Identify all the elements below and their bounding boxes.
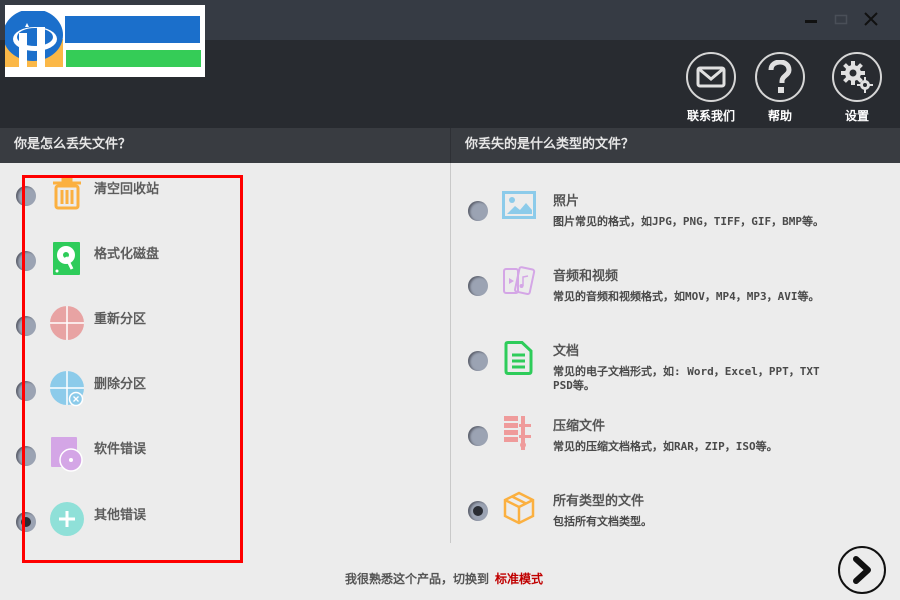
plus-icon	[50, 502, 84, 536]
settings-button[interactable]: 设置	[827, 52, 887, 124]
standard-mode-link[interactable]: 标准模式	[495, 572, 543, 586]
mode-switch-text: 我很熟悉这个产品，切换到 标准模式	[345, 570, 543, 587]
radio-button[interactable]	[16, 251, 36, 271]
trash-icon	[50, 176, 84, 210]
file-type-audio-video[interactable]: 音频和视频 常见的音频和视频格式，如MOV，MP4，MP3，AVI等。	[455, 260, 875, 330]
radio-button[interactable]	[468, 201, 488, 221]
file-type-title: 压缩文件	[553, 419, 606, 434]
option-empty-recycle-bin[interactable]: 清空回收站	[0, 172, 440, 222]
close-icon	[864, 12, 878, 26]
file-type-title: 音频和视频	[553, 269, 619, 284]
file-type-all[interactable]: 所有类型的文件 包括所有文档类型。	[455, 485, 875, 535]
file-type-title: 照片	[553, 194, 580, 209]
mode-switch-prompt: 我很熟悉这个产品，切换到	[345, 572, 490, 586]
radio-button[interactable]	[468, 426, 488, 446]
image-icon	[502, 191, 536, 225]
settings-label: 设置	[844, 109, 869, 123]
contact-us-button[interactable]: 联系我们	[681, 52, 741, 124]
file-type-photos[interactable]: 照片 图片常见的格式，如JPG，PNG，TIFF，GIF，BMP等。	[455, 185, 875, 255]
loss-reason-heading: 你是怎么丢失文件？	[0, 128, 450, 163]
file-type-heading: 你丢失的是什么类型的文件？	[450, 128, 900, 163]
file-type-documents[interactable]: 文档 常见的电子文档形式，如: Word，Excel，PPT，TXT PSD等。	[455, 335, 875, 405]
radio-button-selected[interactable]	[16, 512, 36, 532]
file-type-description: 常见的压缩文档格式，如RAR，ZIP，ISO等。	[553, 440, 778, 453]
radio-button[interactable]	[468, 276, 488, 296]
help-icon	[755, 52, 805, 102]
document-icon	[502, 341, 536, 375]
close-button[interactable]	[858, 6, 884, 32]
option-label: 删除分区	[94, 377, 147, 392]
software-error-icon	[50, 436, 84, 472]
option-repartition[interactable]: 重新分区	[0, 302, 440, 352]
hard-disk-icon	[50, 241, 84, 275]
radio-button[interactable]	[16, 316, 36, 336]
option-label: 格式化磁盘	[94, 247, 160, 262]
chevron-right-icon	[853, 556, 871, 584]
option-other-error[interactable]: 其他错误	[0, 498, 440, 548]
media-icon	[502, 266, 536, 300]
radio-button[interactable]	[468, 351, 488, 371]
panel-divider	[450, 163, 451, 543]
gear-icon	[832, 52, 882, 102]
partition-icon	[50, 306, 84, 340]
maximize-button[interactable]	[828, 6, 854, 32]
archive-icon	[502, 416, 536, 450]
radio-button[interactable]	[16, 186, 36, 206]
file-type-title: 文档	[553, 344, 580, 359]
delete-partition-icon	[50, 371, 84, 407]
help-label: 帮助	[767, 109, 792, 123]
file-type-description: 包括所有文档类型。	[553, 515, 652, 528]
file-type-description: 常见的电子文档形式，如: Word，Excel，PPT，TXT PSD等。	[553, 365, 820, 392]
maximize-icon	[834, 14, 848, 25]
logo-bar-blue	[65, 16, 200, 43]
radio-button[interactable]	[16, 446, 36, 466]
file-type-archives[interactable]: 压缩文件 常见的压缩文档格式，如RAR，ZIP，ISO等。	[455, 410, 875, 470]
option-label: 软件错误	[94, 442, 147, 457]
file-type-title: 所有类型的文件	[553, 494, 645, 509]
file-type-description: 图片常见的格式，如JPG，PNG，TIFF，GIF，BMP等。	[553, 215, 824, 228]
option-label: 清空回收站	[94, 182, 160, 197]
option-software-error[interactable]: 软件错误	[0, 432, 440, 482]
option-label: 其他错误	[94, 508, 147, 523]
minimize-icon	[805, 20, 817, 23]
app-logo	[5, 5, 205, 77]
mail-icon	[686, 52, 736, 102]
next-button[interactable]	[838, 546, 886, 594]
minimize-button[interactable]	[798, 6, 824, 32]
logo-mark-icon	[5, 11, 63, 67]
contact-us-label: 联系我们	[686, 109, 735, 123]
option-format-disk[interactable]: 格式化磁盘	[0, 237, 440, 287]
help-button[interactable]: 帮助	[750, 52, 810, 124]
option-label: 重新分区	[94, 312, 147, 327]
box-icon	[502, 491, 536, 525]
radio-button-selected[interactable]	[468, 501, 488, 521]
file-type-description: 常见的音频和视频格式，如MOV，MP4，MP3，AVI等。	[553, 290, 820, 303]
option-delete-partition[interactable]: 删除分区	[0, 367, 440, 417]
radio-button[interactable]	[16, 381, 36, 401]
logo-bar-green	[66, 50, 201, 67]
